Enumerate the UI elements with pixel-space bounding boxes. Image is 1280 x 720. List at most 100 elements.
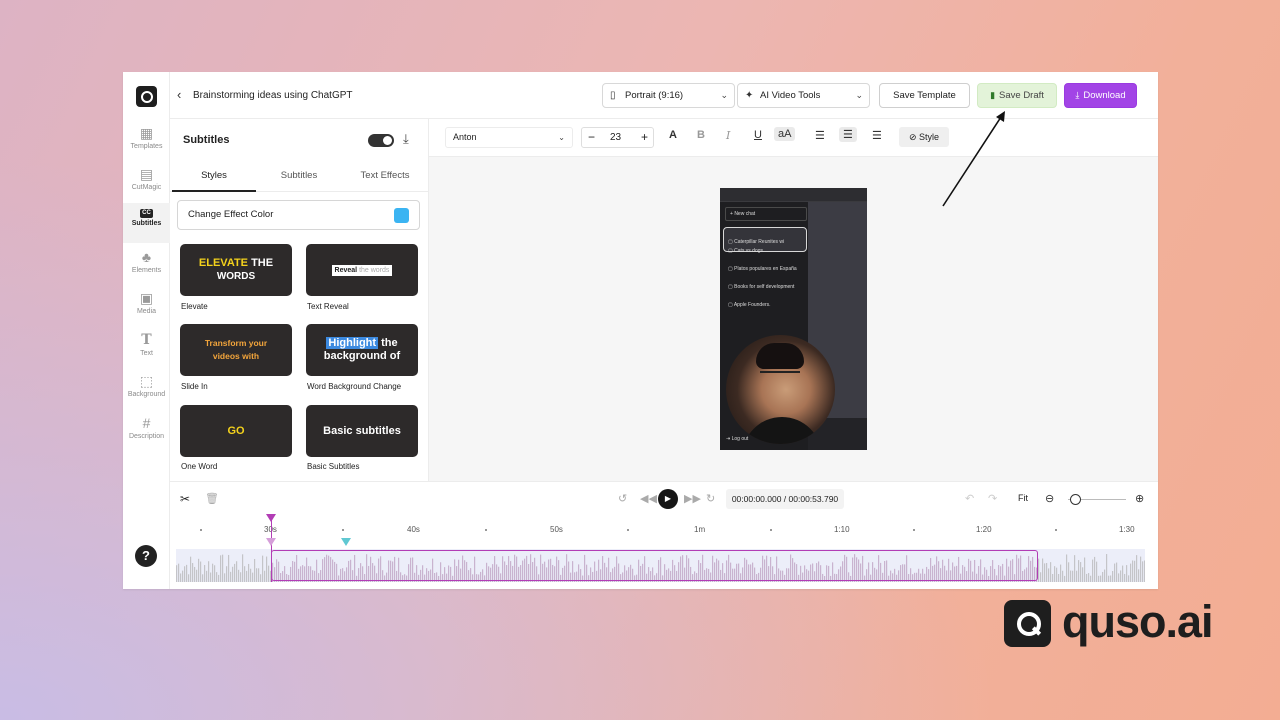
rewind-icon[interactable]: ↺	[618, 492, 627, 505]
waveform-bar	[1074, 555, 1076, 582]
waveform-bar	[1094, 556, 1096, 582]
align-right-icon[interactable]: ☰	[872, 129, 882, 142]
clip-selection[interactable]	[271, 550, 1038, 581]
preview-canvas[interactable]: + New chat ▢ Caterpillar Reunites wi ▢ C…	[429, 157, 1158, 481]
ruler-tick	[770, 529, 772, 531]
ai-video-tools-select[interactable]: ✦ AI Video Tools ⌄	[737, 83, 870, 108]
underline-icon[interactable]: U	[754, 129, 762, 141]
style-card-slide-in[interactable]: Transform your videos with	[180, 324, 292, 376]
waveform-bar	[1124, 573, 1126, 582]
increase-size-button[interactable]: +	[641, 128, 648, 147]
tab-subtitles[interactable]: Subtitles	[256, 161, 342, 192]
waveform-bar	[236, 561, 238, 582]
redo-icon[interactable]: ↷	[988, 492, 997, 505]
sidebar-item-text[interactable]: T Text	[123, 329, 170, 369]
text-color-icon[interactable]: A	[669, 129, 677, 141]
playhead[interactable]	[271, 520, 272, 582]
style-card-elevate[interactable]: ELEVATE THE WORDS	[180, 244, 292, 296]
waveform-bar	[202, 574, 204, 582]
waveform-bar	[194, 566, 196, 582]
play-button[interactable]: ▶	[658, 489, 678, 509]
style-preview: Highlight the	[326, 337, 398, 349]
style-card-word-background[interactable]: Highlight the background of	[306, 324, 418, 376]
save-template-button[interactable]: Save Template	[879, 83, 970, 108]
waveform-bar	[234, 563, 236, 582]
sidebar-item-media[interactable]: ▣ Media	[123, 287, 170, 327]
forward-icon[interactable]: ↻	[706, 492, 715, 505]
italic-icon[interactable]: I	[726, 129, 730, 142]
save-template-label: Save Template	[893, 90, 956, 101]
waveform-bar	[1044, 563, 1046, 582]
skip-forward-icon[interactable]: ▶▶	[684, 492, 701, 505]
sidebar-item-label: Background	[127, 391, 166, 398]
waveform-bar	[216, 572, 218, 582]
bookmark-icon: ▮	[990, 90, 996, 100]
align-center-icon[interactable]: ☰	[839, 127, 857, 142]
sidebar-item-description[interactable]: # Description	[123, 412, 170, 452]
app-logo-icon[interactable]	[136, 86, 157, 107]
sidebar-item-elements[interactable]: ♣ Elements	[123, 246, 170, 286]
decrease-size-button[interactable]: −	[588, 128, 595, 147]
sidebar-item-background[interactable]: ⬚ Background	[123, 370, 170, 410]
style-card-text-reveal[interactable]: Reveal the words	[306, 244, 418, 296]
fit-button[interactable]: Fit	[1018, 493, 1028, 503]
waveform-bar	[1130, 563, 1132, 582]
icon-sidebar: ▦ Templates ▤ CutMagic CC Subtitles ♣ El…	[123, 72, 170, 589]
video-preview[interactable]: + New chat ▢ Caterpillar Reunites wi ▢ C…	[720, 188, 867, 450]
save-draft-button[interactable]: ▮ Save Draft	[977, 83, 1057, 108]
undo-icon[interactable]: ↶	[965, 492, 974, 505]
waveform-bar	[250, 568, 252, 582]
waveform-bar	[256, 568, 258, 582]
waveform-bar	[196, 569, 198, 582]
waveform-bar	[180, 573, 182, 582]
chevron-down-icon: ⌄	[720, 90, 728, 100]
panel-tabs: Styles Subtitles Text Effects	[170, 161, 428, 192]
aspect-ratio-select[interactable]: ▯ Portrait (9:16) ⌄	[602, 83, 735, 108]
sidebar-item-label: Text	[140, 350, 153, 357]
trash-icon[interactable]: 🗑	[205, 492, 219, 505]
align-left-icon[interactable]: ☰	[815, 129, 825, 142]
sidebar-item-subtitles[interactable]: CC Subtitles	[123, 203, 170, 243]
font-size-value[interactable]: 23	[610, 128, 621, 147]
text-case-icon[interactable]: aA	[774, 127, 796, 141]
media-icon: ▣	[139, 290, 154, 306]
download-button[interactable]: ⤓ Download	[1064, 83, 1137, 108]
scissors-icon[interactable]: ✂	[180, 492, 190, 506]
sidebar-item-cutmagic[interactable]: ▤ CutMagic	[123, 163, 170, 203]
zoom-slider-handle[interactable]	[1070, 494, 1081, 505]
change-effect-color-button[interactable]: Change Effect Color	[177, 200, 420, 230]
subtitles-toggle[interactable]	[368, 134, 394, 147]
timeline-marker[interactable]	[341, 538, 351, 546]
zoom-out-icon[interactable]: ⊖	[1045, 492, 1054, 505]
clip-start-marker[interactable]	[266, 538, 276, 546]
skip-back-icon[interactable]: ◀◀	[640, 492, 657, 505]
font-size-stepper[interactable]: − 23 +	[581, 127, 654, 148]
project-title: Brainstorming ideas using ChatGPT	[193, 90, 353, 101]
sidebar-item-templates[interactable]: ▦ Templates	[123, 122, 170, 162]
font-family-select[interactable]: Anton ⌄	[445, 127, 573, 148]
style-button[interactable]: ⊘ Style	[899, 127, 949, 147]
effect-color-label: Change Effect Color	[188, 209, 274, 220]
back-arrow-icon[interactable]: ‹	[177, 88, 181, 102]
color-swatch[interactable]	[394, 208, 409, 223]
tab-styles[interactable]: Styles	[172, 161, 256, 192]
style-label: Slide In	[181, 382, 208, 391]
download-icon[interactable]: ⤓	[403, 131, 409, 147]
waveform-bar	[178, 563, 180, 582]
waveform-bar	[224, 573, 226, 582]
tab-text-effects[interactable]: Text Effects	[342, 161, 428, 192]
style-card-one-word[interactable]: GO	[180, 405, 292, 457]
sidebar-item-label: Elements	[131, 267, 162, 274]
zoom-in-icon[interactable]: ⊕	[1135, 492, 1144, 505]
sidebar-item-label: Media	[136, 308, 157, 315]
style-card-basic-subtitles[interactable]: Basic subtitles	[306, 405, 418, 457]
help-button[interactable]: ?	[135, 545, 157, 567]
chevron-down-icon: ⌄	[558, 133, 565, 142]
bold-icon[interactable]: B	[697, 129, 705, 141]
text-icon: T	[141, 332, 152, 348]
style-preview: Reveal the words	[331, 264, 393, 276]
chat-item: ▢ Cats vs dogs.	[728, 248, 765, 254]
waveform-bar	[1122, 565, 1124, 582]
phone-icon: ▯	[610, 90, 616, 101]
style-preview-line: Basic subtitles	[323, 424, 401, 437]
